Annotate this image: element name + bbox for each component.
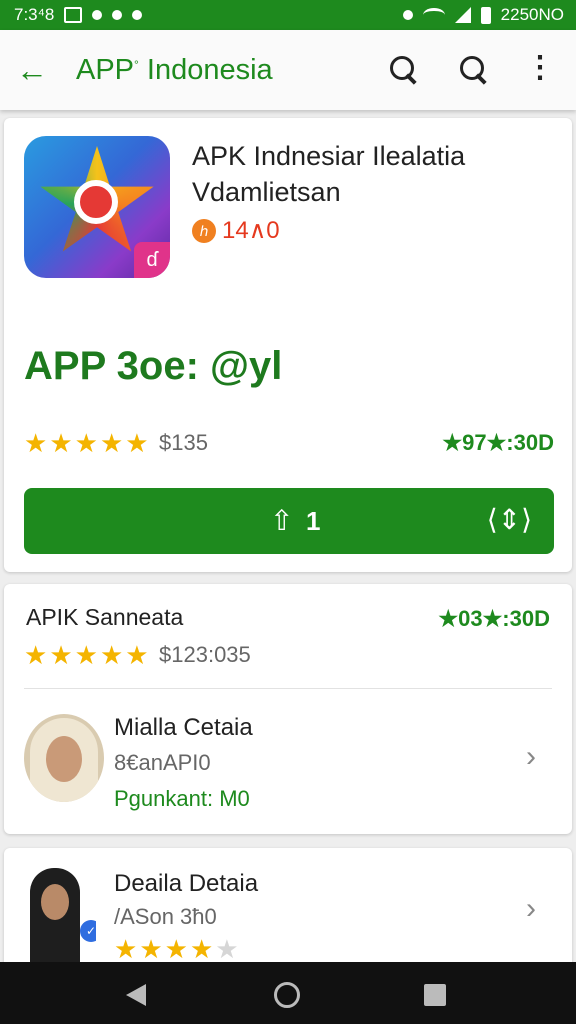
star-icon: ★: [99, 428, 124, 458]
star-icon: ★: [114, 934, 138, 964]
divider: [24, 688, 552, 689]
rating-count: $135: [159, 430, 208, 455]
star-icon: ★: [49, 428, 73, 458]
install-button-label: 1: [306, 506, 321, 536]
app-size-value: 14∧0: [222, 217, 280, 244]
star-icon: ★: [164, 934, 188, 964]
star-icon: ★: [125, 428, 149, 458]
status-right-text: 2250NO: [500, 5, 564, 24]
nav-recents-icon[interactable]: [424, 984, 446, 1006]
wifi-icon: [422, 8, 445, 22]
search-button[interactable]: [384, 50, 424, 90]
battery-icon: [480, 6, 491, 24]
section-score: ★03★:30D: [438, 606, 550, 631]
status-bar: 7:3⁴8 2250NO: [0, 0, 576, 30]
signal-icon: [454, 7, 471, 23]
lens-logo-shape: [74, 180, 118, 224]
image-notification-icon: [64, 7, 83, 23]
title-rest: Indonesia: [138, 54, 273, 86]
app-headline: APP 3oe: @yl: [24, 344, 283, 388]
search-icon: [454, 50, 494, 90]
reviewer-subtitle: 8€anAPI0: [114, 750, 211, 775]
app-name: APK Indnesiar Ilealatia Vdamlietsan: [192, 141, 466, 207]
swap-arrows-icon: ⟨⇕⟩: [486, 504, 532, 535]
install-button[interactable]: ⇧ 1 ⟨⇕⟩: [24, 488, 554, 554]
alarm-icon: [402, 10, 413, 20]
star-icon: ★: [24, 428, 48, 458]
more-vertical-icon: ⋮: [525, 51, 555, 84]
avatar-face-shape: [46, 736, 82, 782]
notification-dot-icon: [92, 10, 103, 20]
reviewer-tag: Pgunkant: M0: [114, 786, 250, 811]
app-bar: ← APP° Indonesia ⋮: [0, 30, 576, 110]
search-button-secondary[interactable]: [454, 50, 494, 90]
chevron-right-icon[interactable]: ›: [526, 742, 546, 772]
star-icon: ★: [74, 428, 98, 458]
star-rating: ★ ★ ★ ★ ★: [24, 640, 149, 670]
size-icon: ℎ: [192, 218, 216, 243]
star-icon: ★: [215, 934, 239, 964]
nav-home-icon[interactable]: [274, 982, 300, 1008]
star-rating: ★ ★ ★ ★ ★: [24, 428, 149, 458]
star-icon: ★: [139, 934, 163, 964]
avatar: [24, 714, 104, 802]
section-title: APIK Sanneata: [26, 604, 184, 630]
avatar: ✓: [22, 868, 96, 968]
star-icon: ★: [99, 640, 124, 670]
nav-back-icon[interactable]: [126, 984, 146, 1006]
status-time: 7:3⁴8: [14, 5, 55, 24]
chevron-right-icon[interactable]: ›: [526, 894, 546, 924]
reviews-card: APIK Sanneata ★03★:30D ★ ★ ★ ★ ★ $123:035 Mi…: [4, 584, 572, 834]
star-rating: ★ ★ ★ ★ ★: [114, 934, 239, 964]
rating-row: ★ ★ ★ ★ ★ $135 ★97★:30D: [24, 428, 554, 460]
location-icon: [112, 10, 123, 20]
system-nav-bar: [0, 962, 576, 1024]
search-icon: [384, 50, 424, 90]
notification-dot-icon: [132, 10, 143, 20]
section-rating: ★ ★ ★ ★ ★ $123:035: [24, 640, 251, 670]
title-prefix: APP: [76, 54, 135, 86]
rating-count: $123:035: [159, 642, 251, 667]
app-size: ℎ 14∧0: [192, 216, 280, 245]
reviewer-name: Deaila Detaia: [114, 870, 259, 897]
upload-icon: ⇧: [270, 505, 294, 536]
app-logo: ɗ: [24, 136, 170, 278]
app-detail-card: ɗ APK Indnesiar Ilealatia Vdamlietsan ℎ …: [4, 118, 572, 572]
star-icon: ★: [189, 934, 214, 964]
review-card[interactable]: ✓ Deaila Detaia /ASon 3ħ0 ★ ★ ★ ★ ★ ›: [4, 848, 572, 968]
star-icon: ★: [24, 640, 48, 670]
badge-icon: ɗ: [134, 242, 170, 278]
star-icon: ★: [125, 640, 149, 670]
reviewer-rating: ★ ★ ★ ★ ★: [114, 934, 239, 964]
reviewer-subtitle: /ASon 3ħ0: [114, 904, 217, 929]
score-text: ★97★:30D: [442, 430, 554, 455]
arrow-left-icon[interactable]: ←: [16, 50, 56, 90]
avatar-face-shape: [41, 884, 69, 920]
star-icon: ★: [49, 640, 73, 670]
page-title: APP° Indonesia: [76, 54, 273, 86]
star-icon: ★: [74, 640, 98, 670]
reviewer-name: Mialla Cetaia: [114, 714, 253, 741]
verified-icon: ✓: [80, 920, 96, 942]
more-button[interactable]: ⋮: [520, 50, 560, 90]
